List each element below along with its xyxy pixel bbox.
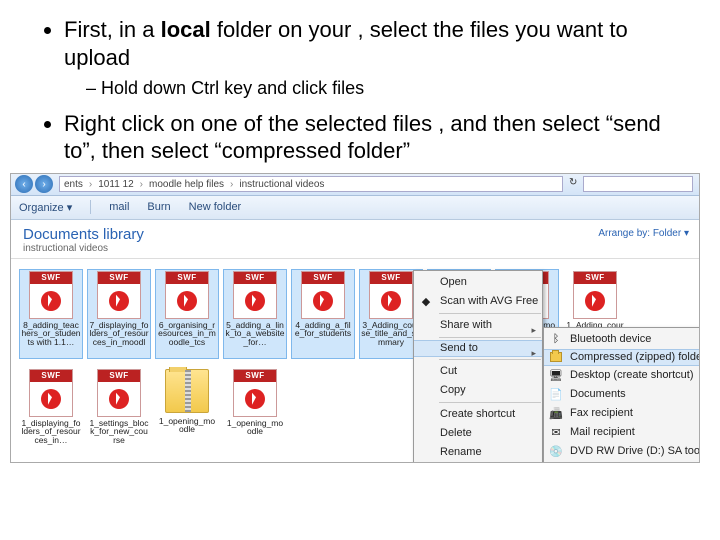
disc-icon: 💿 — [548, 443, 564, 459]
desktop-icon: 🖥 — [548, 367, 564, 383]
sendto-mail[interactable]: ✉Mail recipient — [544, 423, 700, 442]
context-menu: Open ◆Scan with AVG Free Share with Send… — [413, 270, 543, 463]
sendto-documents[interactable]: 📄Documents — [544, 385, 700, 404]
nav-forward-button[interactable]: › — [35, 175, 53, 193]
sendto-compressed-folder[interactable]: Compressed (zipped) folder — [544, 349, 700, 366]
fax-icon: 📠 — [548, 405, 564, 421]
file-item[interactable]: SWF5_adding_a_link_to_a_website_for… — [223, 269, 287, 359]
library-title: Documents library — [23, 226, 687, 243]
file-item[interactable]: SWF4_adding_a_file_for_students — [291, 269, 355, 359]
bullet-2: Right click on one of the selected files… — [64, 110, 690, 165]
arrange-by[interactable]: Arrange by: Folder ▾ — [598, 228, 689, 239]
file-item[interactable]: SWF1_displaying_folders_of_resources_in… — [19, 367, 83, 457]
breadcrumb[interactable]: ents 1011 12 moodle help files instructi… — [59, 176, 563, 192]
b1-bold: local — [161, 17, 211, 42]
zip-icon — [548, 349, 564, 365]
zip-folder-icon — [165, 369, 209, 413]
documents-icon: 📄 — [548, 386, 564, 402]
file-item-zip[interactable]: 1_opening_moodle — [155, 367, 219, 457]
ctx-open[interactable]: Open — [414, 273, 542, 292]
ctx-scan[interactable]: ◆Scan with AVG Free — [414, 292, 542, 311]
swf-icon: SWF — [233, 369, 277, 417]
burn-button[interactable]: Burn — [147, 201, 170, 213]
ctx-create-shortcut[interactable]: Create shortcut — [414, 405, 542, 424]
bullet-1: First, in a local folder on your , selec… — [64, 16, 690, 100]
sendto-desktop[interactable]: 🖥Desktop (create shortcut) — [544, 366, 700, 385]
swf-icon: SWF — [369, 271, 413, 319]
sendto-dvd[interactable]: 💿DVD RW Drive (D:) SA tool7 — [544, 442, 700, 461]
swf-icon: SWF — [29, 271, 73, 319]
nav-back-button[interactable]: ‹ — [15, 175, 33, 193]
ctx-cut[interactable]: Cut — [414, 362, 542, 381]
mail-button[interactable]: mail — [109, 201, 129, 213]
nav-bar: ‹ › ents 1011 12 moodle help files instr… — [11, 174, 699, 196]
ctx-share-with[interactable]: Share with — [414, 316, 542, 335]
swf-icon: SWF — [97, 271, 141, 319]
file-item[interactable]: SWF7_displaying_folders_of_resources_in_… — [87, 269, 151, 359]
swf-icon: SWF — [29, 369, 73, 417]
explorer-screenshot: ‹ › ents 1011 12 moodle help files instr… — [10, 173, 700, 463]
file-item[interactable]: SWF1_settings_block_for_new_course — [87, 367, 151, 457]
swf-icon: SWF — [233, 271, 277, 319]
sendto-submenu: ᛒBluetooth device Compressed (zipped) fo… — [543, 327, 700, 463]
ctx-rename[interactable]: Rename — [414, 443, 542, 462]
organize-button[interactable]: Organize ▾ — [19, 201, 72, 214]
swf-icon: SWF — [573, 271, 617, 319]
b1-prefix: First, in a — [64, 17, 161, 42]
swf-icon: SWF — [97, 369, 141, 417]
file-item[interactable]: SWF1_opening_moodle — [223, 367, 287, 457]
library-subtitle: instructional videos — [23, 243, 687, 254]
library-header: Documents library instructional videos — [11, 220, 699, 259]
new-folder-button[interactable]: New folder — [189, 201, 242, 213]
sendto-fax[interactable]: 📠Fax recipient — [544, 404, 700, 423]
ctx-delete[interactable]: Delete — [414, 424, 542, 443]
search-input[interactable] — [583, 176, 693, 192]
nav-refresh-icon[interactable]: ↻ — [567, 177, 583, 191]
file-item[interactable]: SWF8_adding_teachers_or_students with 1.… — [19, 269, 83, 359]
swf-icon: SWF — [165, 271, 209, 319]
toolbar: Organize ▾ mail Burn New folder — [11, 196, 699, 220]
swf-icon: SWF — [301, 271, 345, 319]
ctx-send-to[interactable]: Send to — [414, 340, 542, 357]
bullet-1-sub: Hold down Ctrl key and click files — [86, 77, 690, 100]
sendto-bluetooth[interactable]: ᛒBluetooth device — [544, 330, 700, 349]
file-item[interactable]: SWF6_organising_resources_in_moodle_tcs — [155, 269, 219, 359]
avg-icon: ◆ — [418, 293, 434, 309]
ctx-copy[interactable]: Copy — [414, 381, 542, 400]
bluetooth-icon: ᛒ — [548, 331, 564, 347]
mail-icon: ✉ — [548, 424, 564, 440]
